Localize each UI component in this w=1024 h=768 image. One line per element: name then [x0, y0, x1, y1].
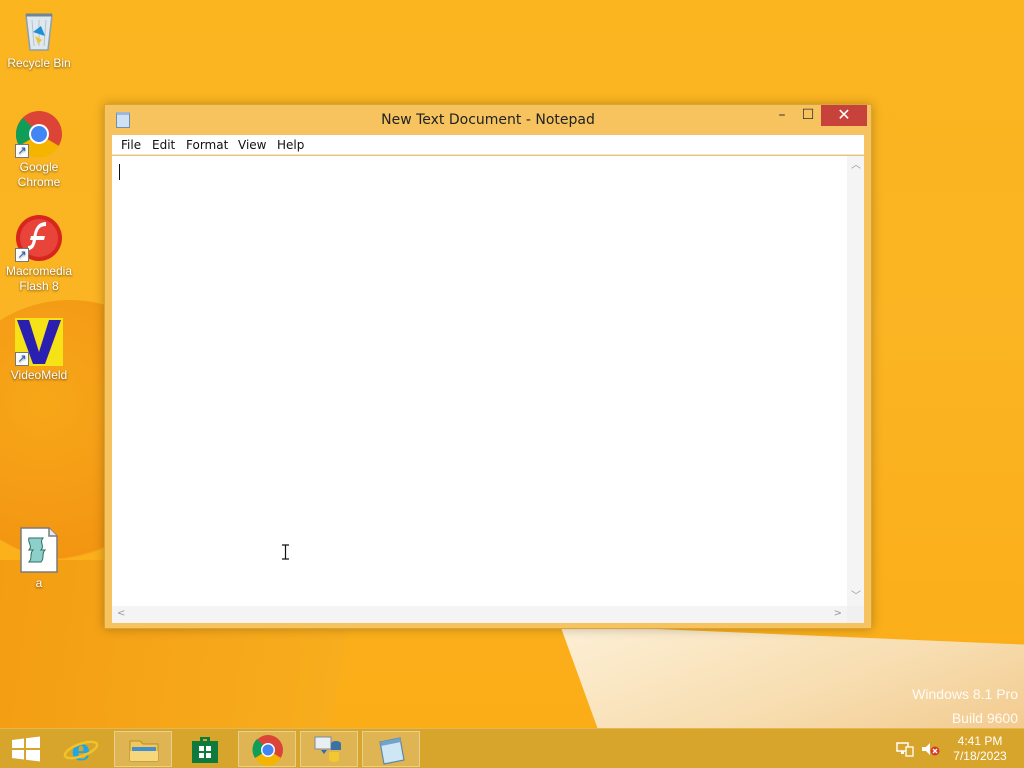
ibeam-cursor-icon: [282, 544, 289, 560]
folder-icon: [129, 740, 159, 762]
text-caret: [119, 164, 120, 180]
notepad-icon: [379, 737, 405, 765]
desktop-icon-label: Macromedia Flash 8: [5, 264, 73, 293]
scroll-right-icon[interactable]: >: [834, 609, 842, 619]
vertical-scrollbar[interactable]: ︿ ﹀: [847, 156, 864, 606]
taskbar-store[interactable]: [176, 731, 234, 767]
desktop-icon-videomeld[interactable]: ↗ VideoMeld: [2, 318, 76, 383]
resize-grip-icon[interactable]: [847, 606, 864, 623]
desktop-icon-label: VideoMeld: [10, 368, 68, 382]
menu-format[interactable]: Format: [186, 138, 228, 152]
start-button[interactable]: [0, 731, 58, 767]
videomeld-icon: ↗: [15, 318, 63, 366]
title-bar[interactable]: New Text Document - Notepad – ☐ ✕: [105, 105, 871, 135]
desktop-icon-macromedia-flash[interactable]: ↗ Macromedia Flash 8: [2, 214, 76, 294]
system-clock[interactable]: 4:41 PM 7/18/2023: [944, 734, 1016, 764]
windows-build-watermark: Build 9600: [951, 710, 1018, 726]
window-title: New Text Document - Notepad: [381, 112, 595, 128]
recycle-bin-icon: [15, 6, 63, 54]
shortcut-arrow-icon: ↗: [15, 144, 29, 158]
taskbar-chrome[interactable]: [238, 731, 296, 767]
shortcut-arrow-icon: ↗: [15, 352, 29, 366]
horizontal-scrollbar[interactable]: < >: [112, 606, 847, 623]
svg-text:e: e: [71, 733, 90, 767]
clock-time: 4:41 PM: [957, 734, 1003, 748]
scroll-down-icon[interactable]: ﹀: [851, 592, 861, 602]
taskbar-notepad[interactable]: [362, 731, 420, 767]
menu-help[interactable]: Help: [277, 138, 304, 152]
desktop-icon-label: Google Chrome: [17, 160, 61, 189]
desktop-icon-label: Recycle Bin: [7, 56, 71, 70]
desktop-icon-recycle-bin[interactable]: Recycle Bin: [2, 6, 76, 71]
taskbar-python[interactable]: [300, 731, 358, 767]
menu-file[interactable]: File: [121, 138, 141, 152]
python-icon: [314, 736, 341, 762]
menu-edit[interactable]: Edit: [152, 138, 175, 152]
ie-icon: e: [63, 733, 99, 768]
shortcut-arrow-icon: ↗: [15, 248, 29, 262]
menu-bar: File Edit Format View Help: [112, 135, 864, 155]
windows-version-watermark: Windows 8.1 Pro: [912, 686, 1018, 702]
volume-muted-icon[interactable]: [920, 741, 940, 757]
scroll-left-icon[interactable]: <: [117, 609, 125, 619]
windows-logo-icon: [12, 736, 40, 762]
clock-date: 7/18/2023: [953, 749, 1007, 763]
script-file-icon: [15, 526, 63, 574]
scroll-up-icon[interactable]: ︿: [851, 161, 861, 171]
maximize-button[interactable]: ☐: [795, 105, 821, 126]
minimize-button[interactable]: –: [769, 105, 795, 126]
taskbar: e 4:41 PM 7/18/2023: [0, 728, 1024, 768]
taskbar-file-explorer[interactable]: [114, 731, 172, 767]
chrome-icon: [252, 735, 283, 766]
flash-icon: ↗: [15, 214, 63, 262]
desktop-icon-label: a: [35, 576, 43, 590]
desktop-icon-file-a[interactable]: a: [2, 526, 76, 591]
network-icon[interactable]: [896, 741, 914, 757]
menu-view[interactable]: View: [238, 138, 266, 152]
taskbar-internet-explorer[interactable]: e: [52, 731, 110, 768]
chrome-icon: ↗: [15, 110, 63, 158]
desktop-icon-google-chrome[interactable]: ↗ Google Chrome: [2, 110, 76, 190]
close-button[interactable]: ✕: [821, 105, 867, 126]
notepad-window[interactable]: New Text Document - Notepad – ☐ ✕ File E…: [104, 104, 872, 629]
store-icon: [192, 737, 218, 763]
text-editor[interactable]: ︿ ﹀ < >: [112, 156, 864, 623]
